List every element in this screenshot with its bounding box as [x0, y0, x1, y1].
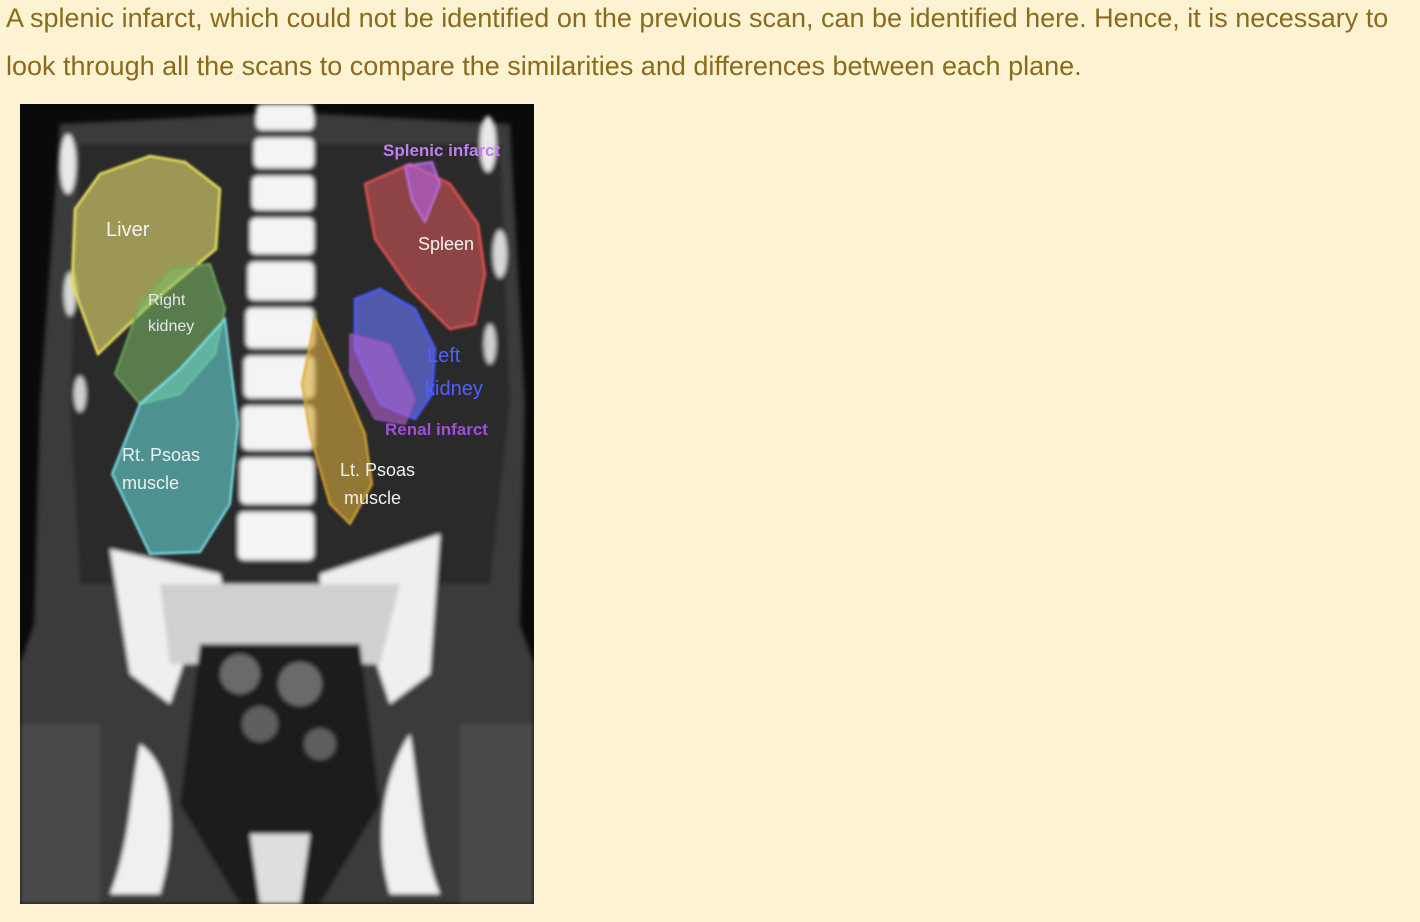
ct-scan-figure: Splenic infarct Liver Spleen Right kidne…: [20, 104, 534, 904]
label-left-kidney-line1: Left: [427, 345, 461, 367]
label-splenic-infarct: Splenic infarct: [383, 141, 500, 160]
body-paragraph: A splenic infarct, which could not be id…: [6, 3, 1389, 81]
label-right-kidney-line1: Right: [148, 292, 186, 309]
label-lt-psoas-line1: Lt. Psoas: [340, 460, 415, 480]
label-liver: Liver: [106, 219, 150, 241]
label-right-kidney-line2: kidney: [148, 318, 194, 335]
label-spleen: Spleen: [418, 234, 474, 254]
label-rt-psoas-line1: Rt. Psoas: [122, 445, 200, 465]
label-left-kidney-line2: kidney: [425, 378, 483, 400]
label-rt-psoas-line2: muscle: [122, 473, 179, 493]
ct-scan-image: Splenic infarct Liver Spleen Right kidne…: [20, 104, 534, 904]
label-renal-infarct: Renal infarct: [385, 420, 488, 439]
label-lt-psoas-line2: muscle: [344, 488, 401, 508]
